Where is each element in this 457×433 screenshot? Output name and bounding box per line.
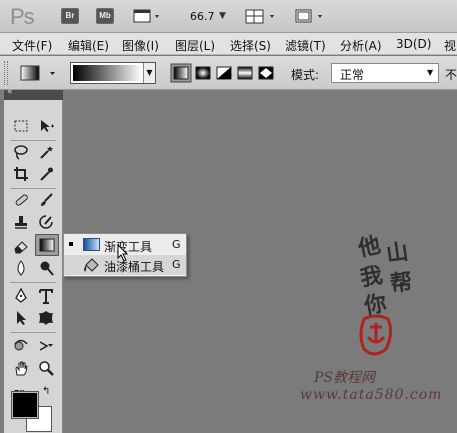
- 3d-rotate-tool[interactable]: [10, 336, 32, 356]
- type-icon: [39, 289, 53, 304]
- gradient-tool-flyout: 渐变工具 G 油漆桶工具 G: [63, 233, 187, 277]
- menu-analysis[interactable]: 分析(A): [340, 37, 382, 54]
- eraser-tool[interactable]: [10, 236, 32, 256]
- minibridge-button[interactable]: Mb: [96, 8, 114, 24]
- clone-stamp-tool[interactable]: [10, 212, 32, 232]
- rect-marquee-icon: [14, 120, 28, 132]
- marquee-tool[interactable]: [10, 116, 32, 136]
- gradient-types-icon: [170, 63, 274, 83]
- dodge-tool[interactable]: [35, 258, 57, 278]
- screen-mode-button[interactable]: [294, 8, 330, 25]
- pen-icon: [15, 288, 27, 303]
- hand-icon: [15, 361, 28, 376]
- history-brush-icon: [39, 215, 53, 229]
- menu-3d[interactable]: 3D(D): [396, 37, 431, 51]
- bandage-icon: [15, 194, 28, 206]
- mode-label: 模式:: [291, 68, 320, 82]
- menu-image[interactable]: 图像(I): [122, 37, 159, 54]
- gradient-preview[interactable]: [73, 65, 142, 81]
- foreground-color-swatch[interactable]: [11, 391, 39, 419]
- gradient-type-group: [170, 62, 278, 84]
- magic-wand-icon: [40, 146, 53, 159]
- opacity-label: 不: [445, 68, 457, 82]
- swap-colors-icon[interactable]: ↰: [42, 386, 50, 397]
- lasso-tool[interactable]: [10, 142, 32, 162]
- watermark-char-2: 山: [384, 238, 410, 268]
- mode-value: 正常: [340, 68, 365, 82]
- stamp-icon: [15, 216, 27, 229]
- flyout-shortcut-gradient: G: [172, 238, 181, 251]
- menu-layer[interactable]: 图层(L): [175, 37, 215, 54]
- watermark-site-url: www.tata580.com: [300, 387, 443, 403]
- screen-mode-icon: [295, 9, 322, 23]
- gradient-icon: [39, 238, 55, 252]
- arrange-documents-icon: [245, 9, 274, 24]
- view-extras-icon: [133, 9, 159, 23]
- menu-view[interactable]: 视: [444, 37, 456, 54]
- eyedropper-tool[interactable]: [35, 164, 57, 184]
- blur-tool[interactable]: [10, 258, 32, 278]
- spot-healing-tool[interactable]: [10, 190, 32, 210]
- magic-wand-tool[interactable]: [35, 142, 57, 162]
- gradient-preset-icon: [20, 65, 55, 81]
- flyout-shortcut-paint-bucket: G: [172, 258, 181, 271]
- watermark: 他 山 我 帮 你 PS教程网 www.tata580.com: [300, 225, 450, 415]
- move-icon: [41, 120, 54, 132]
- arrange-documents-button[interactable]: [245, 8, 281, 25]
- lasso-icon: [14, 145, 28, 160]
- 3d-orbit-icon: [39, 341, 53, 351]
- red-seal-stamp: [359, 314, 393, 356]
- gradient-picker-chevron-down-icon[interactable]: ▼: [143, 63, 155, 83]
- photoshop-logo: Ps: [10, 4, 35, 29]
- 3d-orbit-tool[interactable]: [35, 336, 57, 356]
- menu-edit[interactable]: 编辑(E): [68, 37, 109, 54]
- menu-select[interactable]: 选择(S): [230, 37, 271, 54]
- gradient-small-icon: [83, 238, 100, 251]
- zoom-tool[interactable]: [35, 358, 57, 378]
- eyedropper-icon: [40, 167, 53, 181]
- history-brush-tool[interactable]: [35, 212, 57, 232]
- hand-tool[interactable]: [10, 358, 32, 378]
- options-bar: ▼ 模式: 正常 ▼ 不: [0, 56, 457, 90]
- tool-preset-picker[interactable]: [18, 62, 62, 84]
- view-extras-button[interactable]: [133, 8, 163, 25]
- path-selection-tool[interactable]: [10, 308, 32, 328]
- 3d-rotate-icon: [14, 339, 28, 351]
- flyout-label-paint-bucket: 油漆桶工具: [104, 260, 165, 274]
- eraser-icon: [14, 241, 28, 254]
- mouse-cursor-icon: [117, 244, 129, 262]
- custom-shape-tool[interactable]: [35, 308, 57, 328]
- zoom-chevron-down-icon[interactable]: ▼: [219, 11, 226, 21]
- path-selection-icon: [17, 311, 26, 325]
- blur-icon: [17, 260, 25, 276]
- brush-tool[interactable]: [35, 190, 57, 210]
- brush-icon: [41, 193, 53, 206]
- zoom-level[interactable]: 66.7: [190, 10, 215, 23]
- type-tool[interactable]: [35, 286, 57, 306]
- custom-shape-icon: [39, 311, 53, 325]
- gradient-picker[interactable]: ▼: [70, 62, 156, 84]
- mode-chevron-down-icon[interactable]: ▼: [427, 68, 433, 77]
- gradient-tool[interactable]: [35, 234, 59, 256]
- options-grip[interactable]: [4, 61, 8, 85]
- dodge-icon: [40, 261, 54, 276]
- crop-icon: [14, 167, 28, 181]
- crop-tool[interactable]: [10, 164, 32, 184]
- paint-bucket-icon: [82, 256, 102, 274]
- watermark-site-cn: PS教程网: [314, 370, 376, 386]
- mode-select[interactable]: 正常 ▼: [331, 63, 439, 83]
- collapse-panel-icon[interactable]: «: [7, 87, 13, 97]
- tools-panel: ▪▫ ↰: [4, 100, 63, 433]
- menu-filter[interactable]: 滤镜(T): [285, 37, 326, 54]
- tools-panel-header[interactable]: «: [4, 87, 63, 100]
- menu-bar: 文件(F) 编辑(E) 图像(I) 图层(L) 选择(S) 滤镜(T) 分析(A…: [0, 33, 457, 55]
- bridge-button[interactable]: Br: [61, 8, 79, 24]
- pen-tool[interactable]: [10, 286, 32, 306]
- watermark-char-4: 帮: [388, 268, 414, 298]
- move-tool[interactable]: [35, 116, 57, 136]
- active-indicator-icon: [69, 242, 73, 246]
- application-bar: Ps Br Mb 66.7 ▼: [0, 0, 457, 33]
- menu-file[interactable]: 文件(F): [12, 37, 52, 54]
- magnifier-icon: [39, 361, 54, 376]
